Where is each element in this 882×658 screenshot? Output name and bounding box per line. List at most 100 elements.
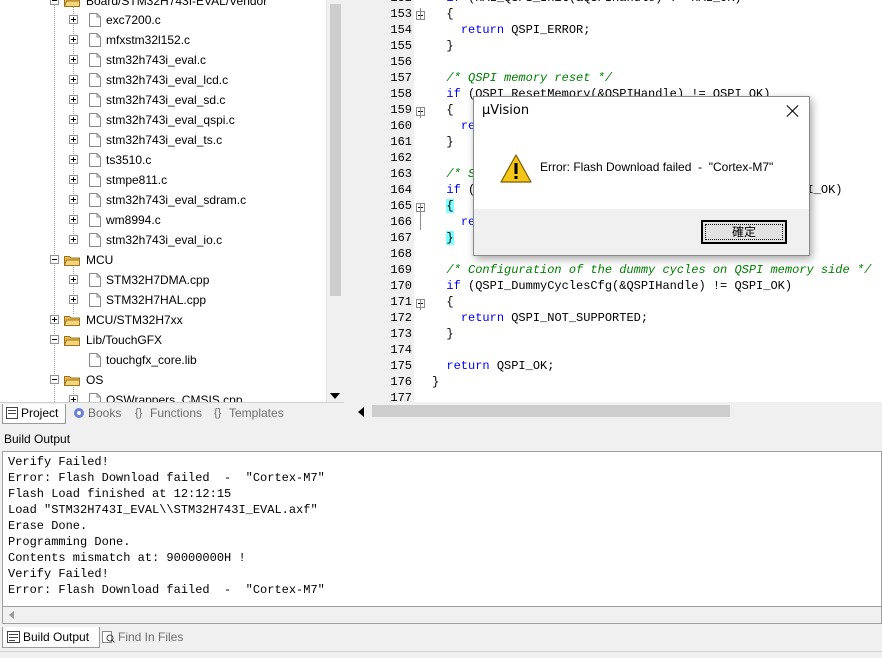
tree-file[interactable]: stm32h743i_eval_qspi.c (0, 110, 326, 130)
collapse-icon[interactable] (50, 0, 59, 5)
dialog-footer: 確定 (474, 209, 809, 255)
tree-folder[interactable]: MCU/STM32H7xx (0, 310, 326, 330)
tree-file[interactable]: stm32h743i_eval.c (0, 50, 326, 70)
tree-item-label: mfxstm32l152.c (106, 33, 191, 47)
file-icon (89, 33, 101, 47)
tab-label: Build Output (23, 630, 90, 644)
file-icon (89, 293, 101, 307)
tab-label: Templates (229, 406, 284, 420)
file-icon (89, 233, 101, 247)
templates-icon: {} (214, 407, 222, 419)
tree-item-label: OSWrappers_CMSIS.cpp (106, 393, 243, 402)
tree-item-label: stm32h743i_eval_ts.c (106, 133, 223, 147)
tab-templates[interactable]: {} Templates (211, 404, 284, 423)
tree-file[interactable]: stm32h743i_eval_ts.c (0, 130, 326, 150)
expand-icon[interactable] (69, 155, 78, 164)
tree-file[interactable]: stm32h743i_eval_lcd.c (0, 70, 326, 90)
project-tree[interactable]: Board/STM32H743I-EVAL/Vendor exc7200.c mfx… (0, 0, 344, 402)
file-icon (89, 353, 101, 367)
scroll-left-arrow-icon[interactable] (358, 407, 364, 417)
tab-books[interactable]: Books (70, 404, 121, 423)
expand-icon[interactable] (69, 275, 78, 284)
tree-file[interactable]: stm32h743i_eval_sd.c (0, 90, 326, 110)
expand-icon[interactable] (69, 235, 78, 244)
tree-file[interactable]: touchgfx_core.lib (0, 350, 326, 370)
scrollbar-thumb[interactable] (372, 405, 730, 417)
expand-icon[interactable] (69, 115, 78, 124)
tab-build-output[interactable]: Build Output (2, 627, 100, 648)
folder-icon (64, 376, 80, 386)
tree-folder[interactable]: MCU (0, 250, 326, 270)
folder-icon (64, 256, 80, 266)
tree-item-label: STM32H7HAL.cpp (106, 293, 207, 307)
build-output-line: Error: Flash Download failed - "Cortex-M… (8, 471, 325, 485)
folder-icon (64, 316, 80, 326)
project-icon (6, 407, 18, 419)
close-icon[interactable] (785, 103, 801, 119)
scroll-left-arrow-icon[interactable] (9, 611, 14, 619)
tree-item-label: exc7200.c (106, 13, 161, 27)
scroll-down-arrow-icon[interactable] (330, 393, 340, 399)
expand-icon[interactable] (69, 35, 78, 44)
folder-icon (64, 336, 80, 346)
expand-icon[interactable] (69, 135, 78, 144)
tree-item-label: stm32h743i_eval_sdram.c (106, 193, 247, 207)
tree-file[interactable]: ts3510.c (0, 150, 326, 170)
file-icon (89, 53, 101, 67)
expand-icon[interactable] (69, 195, 78, 204)
dialog-title: µVision (482, 103, 530, 118)
tree-file[interactable]: wm8994.c (0, 210, 326, 230)
tab-project[interactable]: Project (2, 404, 66, 424)
build-output-panel[interactable]: Verify Failed! Error: Flash Download fail… (2, 451, 882, 607)
warning-icon (500, 154, 532, 183)
expand-icon[interactable] (69, 215, 78, 224)
build-output-line: Verify Failed! (8, 567, 109, 581)
tree-file[interactable]: stm32h743i_eval_sdram.c (0, 190, 326, 210)
expand-icon[interactable] (69, 395, 78, 402)
tree-folder[interactable]: Lib/TouchGFX (0, 330, 326, 350)
expand-icon[interactable] (50, 315, 59, 324)
tab-functions[interactable]: {} Functions (132, 404, 202, 423)
build-output-line: Flash Load finished at 12:12:15 (8, 487, 232, 501)
tree-item-label: MCU (86, 253, 114, 267)
expand-icon[interactable] (69, 175, 78, 184)
expand-icon[interactable] (69, 75, 78, 84)
ok-button[interactable]: 確定 (701, 220, 787, 244)
tree-file[interactable]: OSWrappers_CMSIS.cpp (0, 390, 326, 402)
tree-item-label: stm32h743i_eval_qspi.c (106, 113, 235, 127)
build-output-line: Erase Done. (8, 519, 88, 533)
tree-file[interactable]: stmpe811.c (0, 170, 326, 190)
build-output-horizontal-scrollbar[interactable] (2, 607, 882, 624)
tree-item-label: ts3510.c (106, 153, 152, 167)
tree-file[interactable]: STM32H7HAL.cpp (0, 290, 326, 310)
expand-icon[interactable] (69, 55, 78, 64)
editor-horizontal-scrollbar[interactable] (352, 402, 882, 421)
pane-splitter[interactable] (344, 0, 352, 424)
build-output-line: Error: Flash Download failed - "Cortex-M… (8, 583, 325, 597)
expand-icon[interactable] (69, 15, 78, 24)
file-icon (89, 13, 101, 27)
file-icon (89, 153, 101, 167)
tab-label: Find In Files (118, 630, 184, 644)
collapse-icon[interactable] (50, 335, 59, 344)
tree-item-label: Lib/TouchGFX (86, 333, 163, 347)
scrollbar-thumb[interactable] (330, 4, 341, 296)
tree-file[interactable]: mfxstm32l152.c (0, 30, 326, 50)
expand-icon[interactable] (69, 95, 78, 104)
tree-item-label: STM32H7DMA.cpp (106, 273, 210, 287)
collapse-icon[interactable] (50, 255, 59, 264)
expand-icon[interactable] (69, 295, 78, 304)
tree-file[interactable]: stm32h743i_eval_io.c (0, 230, 326, 250)
file-icon (89, 93, 101, 107)
tree-file[interactable]: STM32H7DMA.cpp (0, 270, 326, 290)
collapse-icon[interactable] (50, 375, 59, 384)
tab-find-in-files[interactable]: Find In Files (98, 627, 183, 647)
file-icon (89, 133, 101, 147)
file-icon (89, 73, 101, 87)
project-vertical-scrollbar[interactable] (326, 0, 344, 402)
tree-item-label: wm8994.c (106, 213, 161, 227)
dialog-message: Error: Flash Download failed - "Cortex-M… (540, 160, 774, 174)
tree-file[interactable]: exc7200.c (0, 10, 326, 30)
build-output-icon (7, 631, 20, 643)
tree-folder[interactable]: OS (0, 370, 326, 390)
